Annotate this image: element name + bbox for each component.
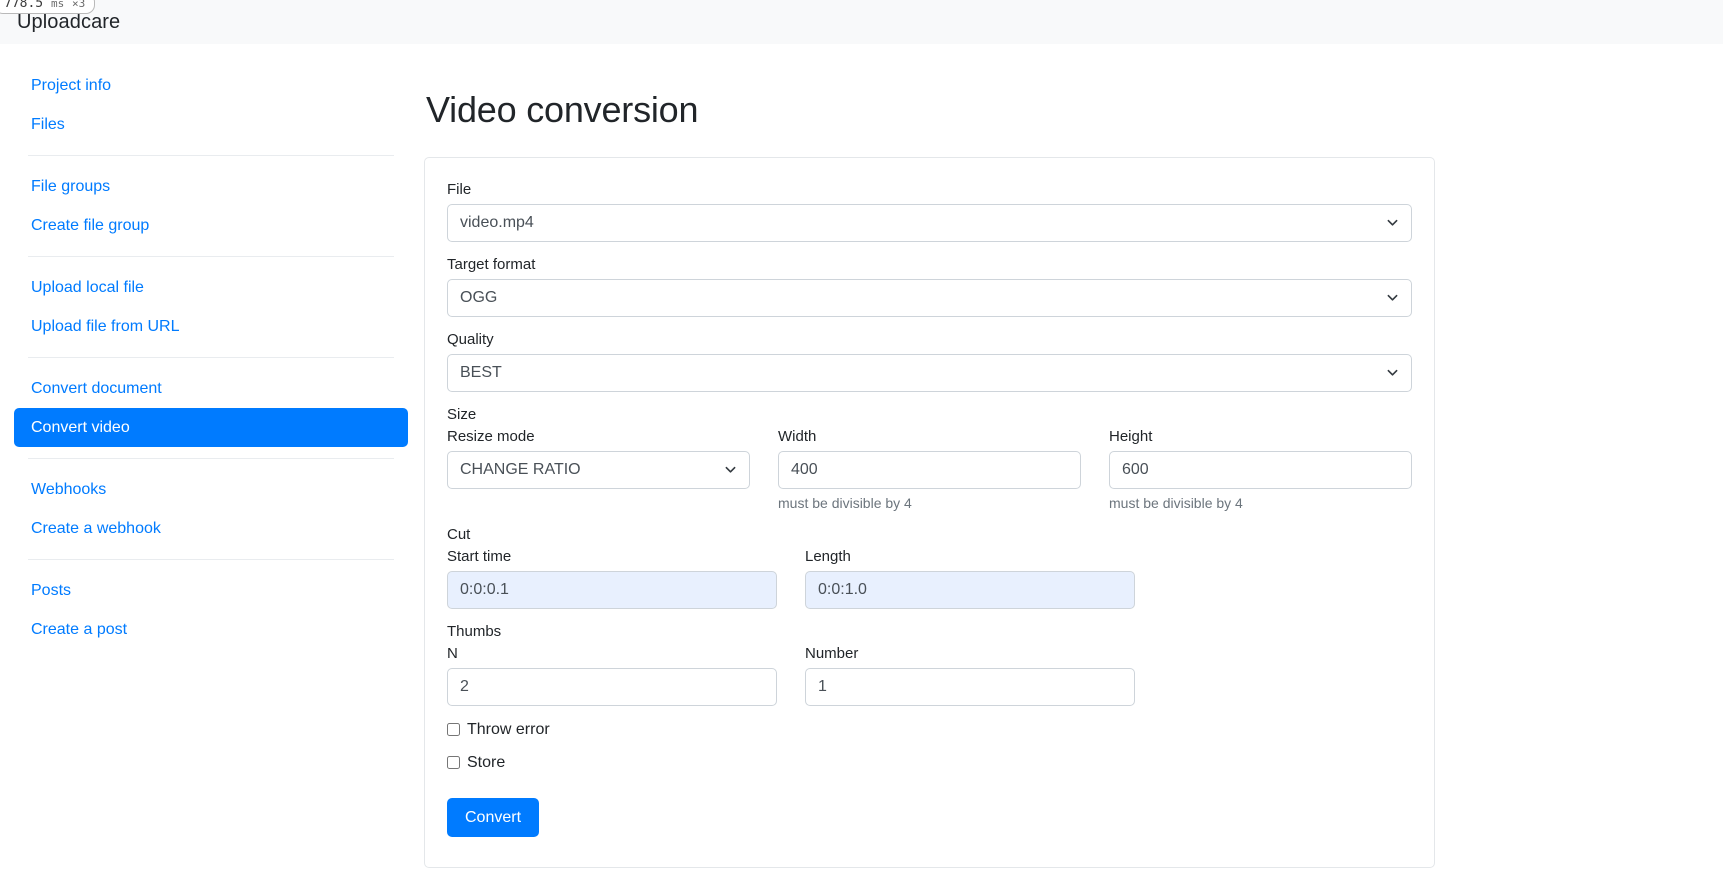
label-height: Height — [1109, 428, 1153, 445]
field-quality: Quality BEST — [447, 330, 1412, 392]
sidebar-group-3: Upload local file Upload file from URL — [14, 268, 408, 346]
store-checkbox[interactable] — [447, 756, 460, 769]
sidebar-divider-5 — [28, 559, 394, 560]
file-select[interactable]: video.mp4 — [447, 204, 1412, 242]
label-target-format: Target format — [447, 256, 536, 273]
store-label: Store — [467, 754, 506, 771]
label-thumbs-number: Number — [805, 645, 859, 662]
label-resize-mode: Resize mode — [447, 428, 535, 445]
field-width: Width 400 must be divisible by 4 — [778, 427, 1081, 512]
section-cut: Cut Start time 0:0:0.1 Length 0:0:1.0 — [447, 525, 1412, 609]
section-size: Size Resize mode CHANGE RATIO Width 400 … — [447, 405, 1412, 512]
sidebar-item-create-a-webhook[interactable]: Create a webhook — [14, 509, 408, 548]
label-cut-section: Cut — [447, 526, 471, 543]
label-size-section: Size — [447, 406, 477, 423]
thumbs-number-input[interactable]: 1 — [805, 668, 1135, 706]
field-height: Height 600 must be divisible by 4 — [1109, 427, 1412, 512]
label-start-time: Start time — [447, 548, 512, 565]
file-select-wrap: video.mp4 — [447, 204, 1412, 242]
convert-button[interactable]: Convert — [447, 798, 540, 837]
sidebar-item-upload-file-from-url[interactable]: Upload file from URL — [14, 307, 408, 346]
height-help-text: must be divisible by 4 — [1109, 495, 1243, 511]
top-navbar: Uploadcare — [0, 0, 1723, 44]
page-body: Project info Files File groups Create fi… — [0, 44, 1723, 868]
length-input[interactable]: 0:0:1.0 — [805, 571, 1135, 609]
label-thumbs-section: Thumbs — [447, 623, 502, 640]
target-format-select[interactable]: OGG — [447, 279, 1412, 317]
sidebar-item-create-file-group[interactable]: Create file group — [14, 206, 408, 245]
label-length: Length — [805, 548, 851, 565]
perf-value: 778.5 — [4, 0, 44, 11]
width-help-text: must be divisible by 4 — [778, 495, 912, 511]
performance-badge: 778.5 ms ×3 — [0, 0, 96, 14]
resize-mode-select-wrap: CHANGE RATIO — [447, 451, 750, 489]
main-content: Video conversion File video.mp4 Target f… — [424, 44, 1723, 868]
label-thumbs-n: N — [447, 645, 458, 662]
sidebar-group-4: Convert document Convert video — [14, 369, 408, 447]
sidebar-item-webhooks[interactable]: Webhooks — [14, 470, 408, 509]
height-input[interactable]: 600 — [1109, 451, 1412, 489]
resize-mode-select[interactable]: CHANGE RATIO — [447, 451, 750, 489]
field-start-time: Start time 0:0:0.1 — [447, 547, 777, 609]
section-thumbs: Thumbs N 2 Number 1 — [447, 622, 1412, 706]
sidebar-item-project-info[interactable]: Project info — [14, 66, 408, 105]
sidebar-item-create-a-post[interactable]: Create a post — [14, 610, 408, 649]
sidebar-divider-3 — [28, 357, 394, 358]
label-file: File — [447, 181, 472, 198]
sidebar-divider-1 — [28, 155, 394, 156]
thumbs-n-input[interactable]: 2 — [447, 668, 777, 706]
throw-error-label: Throw error — [467, 721, 550, 738]
sidebar-group-1: Project info Files — [14, 66, 408, 144]
size-grid: Resize mode CHANGE RATIO Width 400 must … — [447, 427, 1412, 512]
sidebar-group-5: Webhooks Create a webhook — [14, 470, 408, 548]
label-width: Width — [778, 428, 817, 445]
perf-unit: ms — [50, 0, 65, 10]
field-thumbs-number: Number 1 — [805, 644, 1135, 706]
video-conversion-form: File video.mp4 Target format OGG Quality… — [424, 157, 1435, 868]
cut-grid: Start time 0:0:0.1 Length 0:0:1.0 — [447, 547, 1412, 609]
sidebar-item-convert-video[interactable]: Convert video — [14, 408, 408, 447]
start-time-input[interactable]: 0:0:0.1 — [447, 571, 777, 609]
sidebar-item-upload-local-file[interactable]: Upload local file — [14, 268, 408, 307]
page-title: Video conversion — [426, 89, 699, 130]
perf-multiplier: ×3 — [72, 0, 86, 10]
sidebar-group-2: File groups Create file group — [14, 167, 408, 245]
sidebar-group-6: Posts Create a post — [14, 571, 408, 649]
quality-select-wrap: BEST — [447, 354, 1412, 392]
sidebar-item-posts[interactable]: Posts — [14, 571, 408, 610]
sidebar-item-convert-document[interactable]: Convert document — [14, 369, 408, 408]
checkbox-row-store: Store — [447, 753, 1412, 772]
throw-error-checkbox[interactable] — [447, 723, 460, 736]
sidebar-divider-4 — [28, 458, 394, 459]
sidebar-divider-2 — [28, 256, 394, 257]
thumbs-grid: N 2 Number 1 — [447, 644, 1412, 706]
sidebar-item-file-groups[interactable]: File groups — [14, 167, 408, 206]
target-format-select-wrap: OGG — [447, 279, 1412, 317]
field-length: Length 0:0:1.0 — [805, 547, 1135, 609]
sidebar-item-files[interactable]: Files — [14, 105, 408, 144]
field-resize-mode: Resize mode CHANGE RATIO — [447, 427, 750, 512]
field-file: File video.mp4 — [447, 180, 1412, 242]
sidebar-nav: Project info Files File groups Create fi… — [0, 44, 424, 868]
width-input[interactable]: 400 — [778, 451, 1081, 489]
label-quality: Quality — [447, 331, 494, 348]
field-target-format: Target format OGG — [447, 255, 1412, 317]
quality-select[interactable]: BEST — [447, 354, 1412, 392]
field-thumbs-n: N 2 — [447, 644, 777, 706]
checkbox-row-throw-error: Throw error — [447, 720, 1412, 739]
